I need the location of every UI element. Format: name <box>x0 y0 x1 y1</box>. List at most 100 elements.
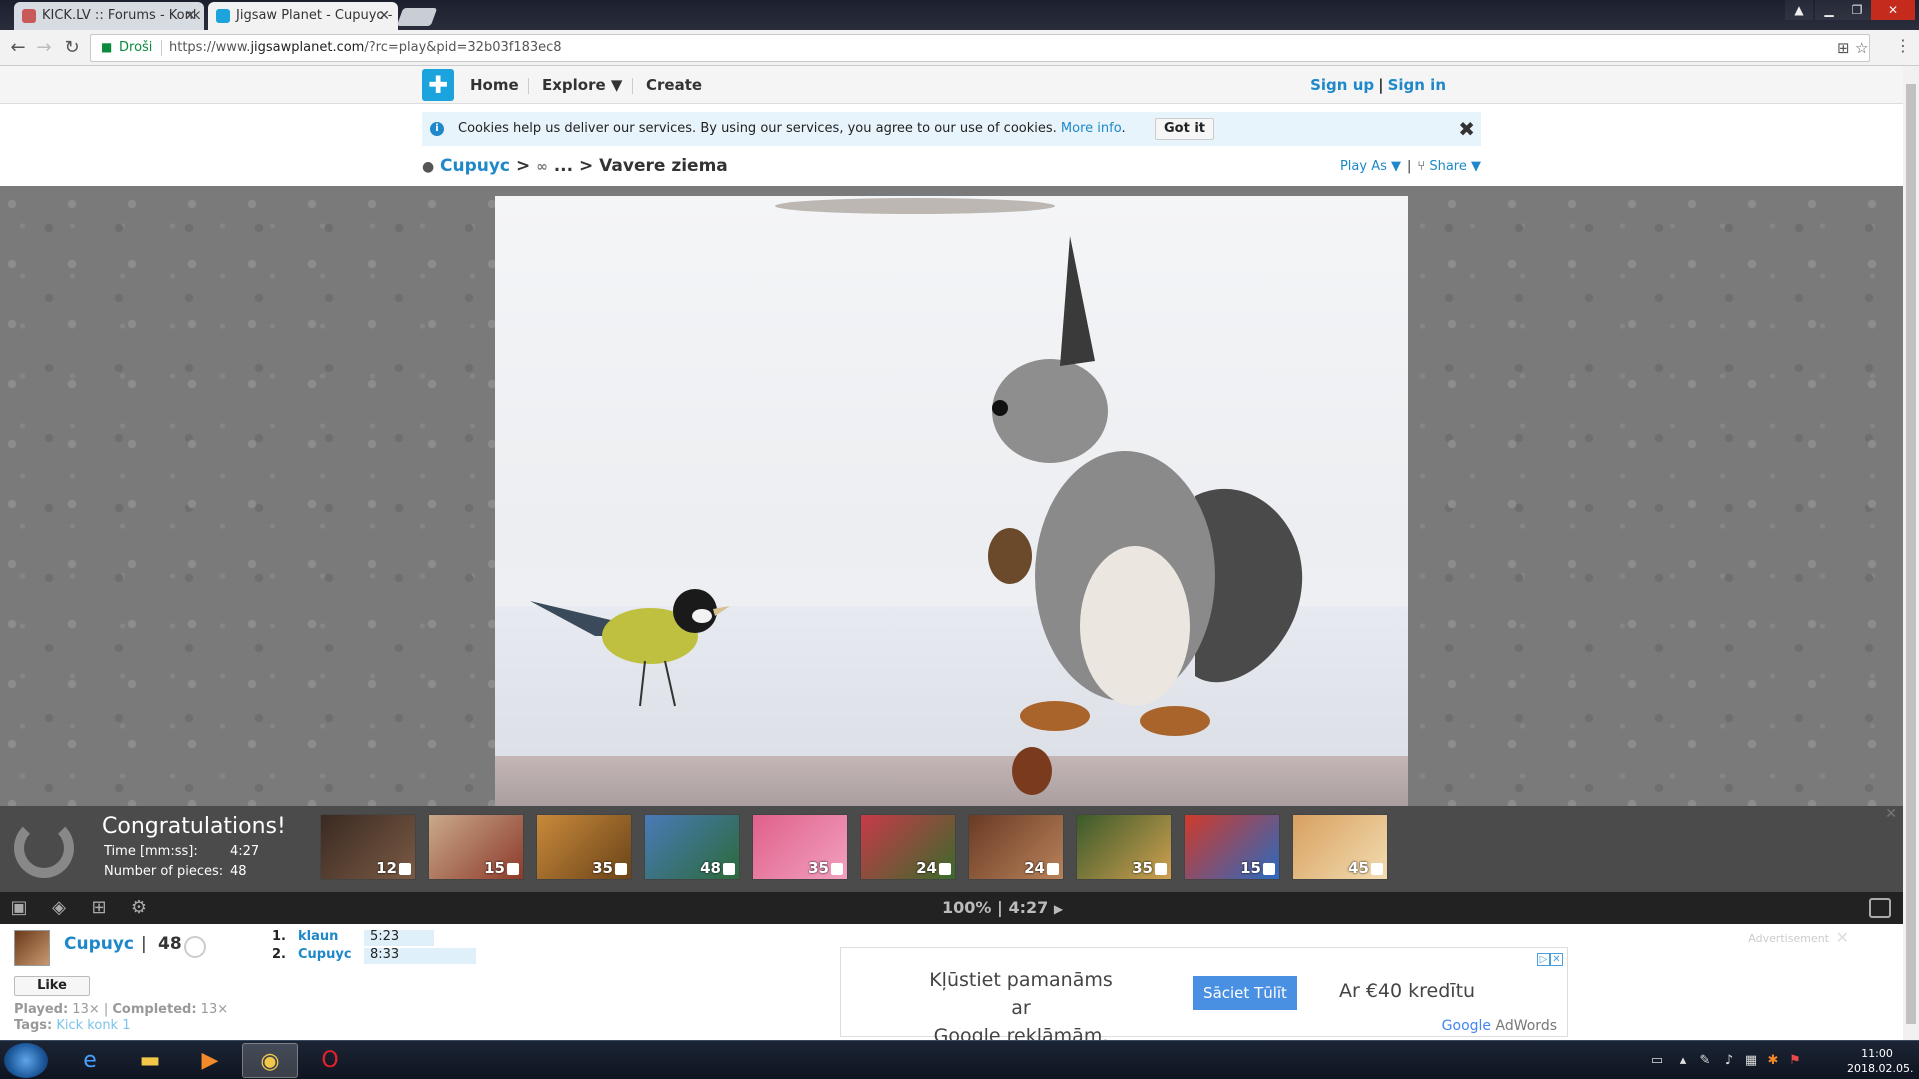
sign-up-link[interactable]: Sign up <box>1310 76 1374 94</box>
puzzle-piece-icon <box>1155 863 1167 875</box>
jigsaw-planet-logo-icon[interactable]: ✚ <box>422 69 454 101</box>
page-scrollbar[interactable] <box>1903 66 1919 1040</box>
reload-icon[interactable]: ↻ <box>60 36 84 60</box>
file-explorer-icon[interactable]: ▬ <box>122 1043 178 1078</box>
puzzle-piece-icon <box>184 936 206 958</box>
tab-kick-forums[interactable]: KICK.LV :: Forums - Konk ✕ <box>14 2 204 30</box>
squirrel-foot <box>1020 701 1090 731</box>
windows-start-icon[interactable] <box>4 1043 48 1078</box>
media-player-icon[interactable]: ▶ <box>182 1043 238 1078</box>
network-icon[interactable]: ▦ <box>1743 1053 1759 1069</box>
suggested-puzzle-thumbnail[interactable]: 35 <box>752 814 848 880</box>
suggested-puzzle-thumbnail[interactable]: 45 <box>1292 814 1388 880</box>
forward-arrow-icon[interactable]: → <box>32 36 56 60</box>
keyboard-icon[interactable]: ▭ <box>1649 1053 1665 1069</box>
score-player-link[interactable]: Cupuyc <box>298 946 352 964</box>
internet-explorer-icon[interactable]: e <box>62 1043 118 1078</box>
suggested-puzzle-thumbnail[interactable]: 12 <box>320 814 416 880</box>
time-label: Time [mm:ss]: <box>104 844 198 859</box>
app-tray-icon[interactable]: ✱ <box>1765 1053 1781 1069</box>
action-center-icon[interactable]: ⚑ <box>1787 1053 1803 1069</box>
url-text[interactable]: https://www.jigsawplanet.com/?rc=play&pi… <box>169 35 562 61</box>
tab-jigsaw-planet[interactable]: Jigsaw Planet - Cupuyc - ✕ <box>208 2 398 30</box>
puzzle-piece-icon <box>1047 863 1059 875</box>
ad-credit-text: Ar €40 kredītu <box>1339 980 1476 1002</box>
nav-divider <box>528 78 529 94</box>
zoom-timer-status: 100% | 4:27 ▶ <box>942 892 1063 925</box>
secure-label: Droši <box>119 40 153 55</box>
suggested-puzzle-thumbnail[interactable]: 24 <box>968 814 1064 880</box>
breadcrumb-ellipsis[interactable]: ... <box>554 156 573 176</box>
minimize-button[interactable]: ▁ <box>1815 0 1843 20</box>
settings-gear-icon[interactable]: ⚙ <box>128 897 150 919</box>
ad-cta-button[interactable]: Sāciet Tūlīt <box>1193 976 1297 1010</box>
restore-button[interactable]: ❐ <box>1843 0 1871 20</box>
cookie-close-icon[interactable]: ✖ <box>1458 112 1475 146</box>
volume-icon[interactable]: ♪ <box>1721 1053 1737 1069</box>
breadcrumb-user-link[interactable]: Cupuyc <box>440 156 510 176</box>
suggested-puzzle-thumbnail[interactable]: 15 <box>1184 814 1280 880</box>
ad-banner[interactable]: ▷ ✕ Kļūstiet pamanāms ar Google reklāmām. … <box>840 947 1568 1047</box>
more-info-link[interactable]: More info <box>1061 121 1122 136</box>
sign-in-link[interactable]: Sign in <box>1388 76 1446 94</box>
lock-icon: ■ <box>101 40 113 54</box>
scrollbar-thumb[interactable] <box>1906 84 1916 1024</box>
arrange-pieces-icon[interactable]: ⊞ <box>88 897 110 919</box>
completed-puzzle-image[interactable] <box>495 196 1408 806</box>
strip-close-icon[interactable]: ✕ <box>1885 806 1897 822</box>
tag-link[interactable]: Kick konk 1 <box>56 1018 130 1033</box>
got-it-button[interactable]: Got it <box>1155 118 1215 140</box>
tab-close-icon[interactable]: ✕ <box>184 2 196 30</box>
ad-choices[interactable]: ▷ ✕ <box>1537 950 1565 966</box>
suggested-puzzle-thumbnail[interactable]: 35 <box>536 814 632 880</box>
avatar[interactable] <box>14 930 50 966</box>
puzzle-piece-icon <box>1263 863 1275 875</box>
ad-dismiss-icon[interactable]: ✕ <box>1550 953 1563 966</box>
puzzle-toolbar: ▣ ◈ ⊞ ⚙ 100% | 4:27 ▶ <box>0 892 1903 924</box>
ad-headline: Kļūstiet pamanāms ar Google reklāmām. <box>929 969 1113 1047</box>
google-adwords-logo: Google AdWords <box>1441 1018 1557 1034</box>
nav-home[interactable]: Home <box>470 66 519 104</box>
ad-close-icon[interactable]: ✕ <box>1836 928 1849 947</box>
pen-icon[interactable]: ✎ <box>1697 1053 1713 1069</box>
user-profile-icon[interactable]: ▲ <box>1785 0 1813 20</box>
play-icon[interactable]: ▶ <box>1054 902 1063 916</box>
chrome-icon[interactable]: ◉ <box>242 1043 298 1078</box>
close-window-button[interactable]: ✕ <box>1871 0 1915 20</box>
tab-close-icon[interactable]: ✕ <box>378 2 390 30</box>
play-as-dropdown[interactable]: Play As ▼ <box>1340 159 1401 174</box>
cookie-notice: i Cookies help us deliver our services. … <box>422 112 1481 146</box>
new-tab-button[interactable] <box>396 8 438 26</box>
piece-count: 45 <box>1348 859 1369 877</box>
like-button[interactable]: Like <box>14 976 90 996</box>
owner-link[interactable]: Cupuyc <box>64 934 134 954</box>
squirrel-head <box>992 359 1108 463</box>
nav-create[interactable]: Create <box>646 66 702 104</box>
piece-count: 35 <box>1132 859 1153 877</box>
ad-info-icon[interactable]: ▷ <box>1537 953 1550 966</box>
puzzle-title: Vavere ziema <box>599 156 728 176</box>
preview-image-icon[interactable]: ▣ <box>8 897 30 919</box>
address-bar[interactable]: ■ Droši https://www.jigsawplanet.com/?rc… <box>90 34 1870 62</box>
bookmark-star-icon[interactable]: ☆ <box>1855 35 1868 61</box>
share-dropdown[interactable]: Share ▼ <box>1429 159 1481 174</box>
fullscreen-icon[interactable] <box>1869 898 1891 918</box>
suggested-puzzle-thumbnail[interactable]: 35 <box>1076 814 1172 880</box>
taskbar-clock[interactable]: 11:00 2018.02.05. <box>1847 1046 1913 1076</box>
tray-expand-icon[interactable]: ▴ <box>1675 1053 1691 1069</box>
cookie-message: Cookies help us deliver our services. By… <box>458 121 1126 136</box>
back-arrow-icon[interactable]: ← <box>6 36 30 60</box>
piece-count: 48 <box>700 859 721 877</box>
score-player-link[interactable]: klaun <box>298 928 338 946</box>
time-value: 4:27 <box>230 844 260 859</box>
suggested-puzzle-thumbnail[interactable]: 24 <box>860 814 956 880</box>
suggested-puzzle-thumbnail[interactable]: 15 <box>428 814 524 880</box>
browser-menu-icon[interactable]: ⋮ <box>1895 36 1911 55</box>
suggested-puzzle-thumbnail[interactable]: 48 <box>644 814 740 880</box>
opera-icon[interactable]: O <box>302 1043 358 1078</box>
ghost-image-icon[interactable]: ◈ <box>48 897 70 919</box>
nav-explore[interactable]: Explore ▼ <box>542 66 622 104</box>
restart-icon[interactable] <box>14 818 74 878</box>
translate-icon[interactable]: ⊞ <box>1837 35 1850 61</box>
info-icon: i <box>430 122 444 136</box>
